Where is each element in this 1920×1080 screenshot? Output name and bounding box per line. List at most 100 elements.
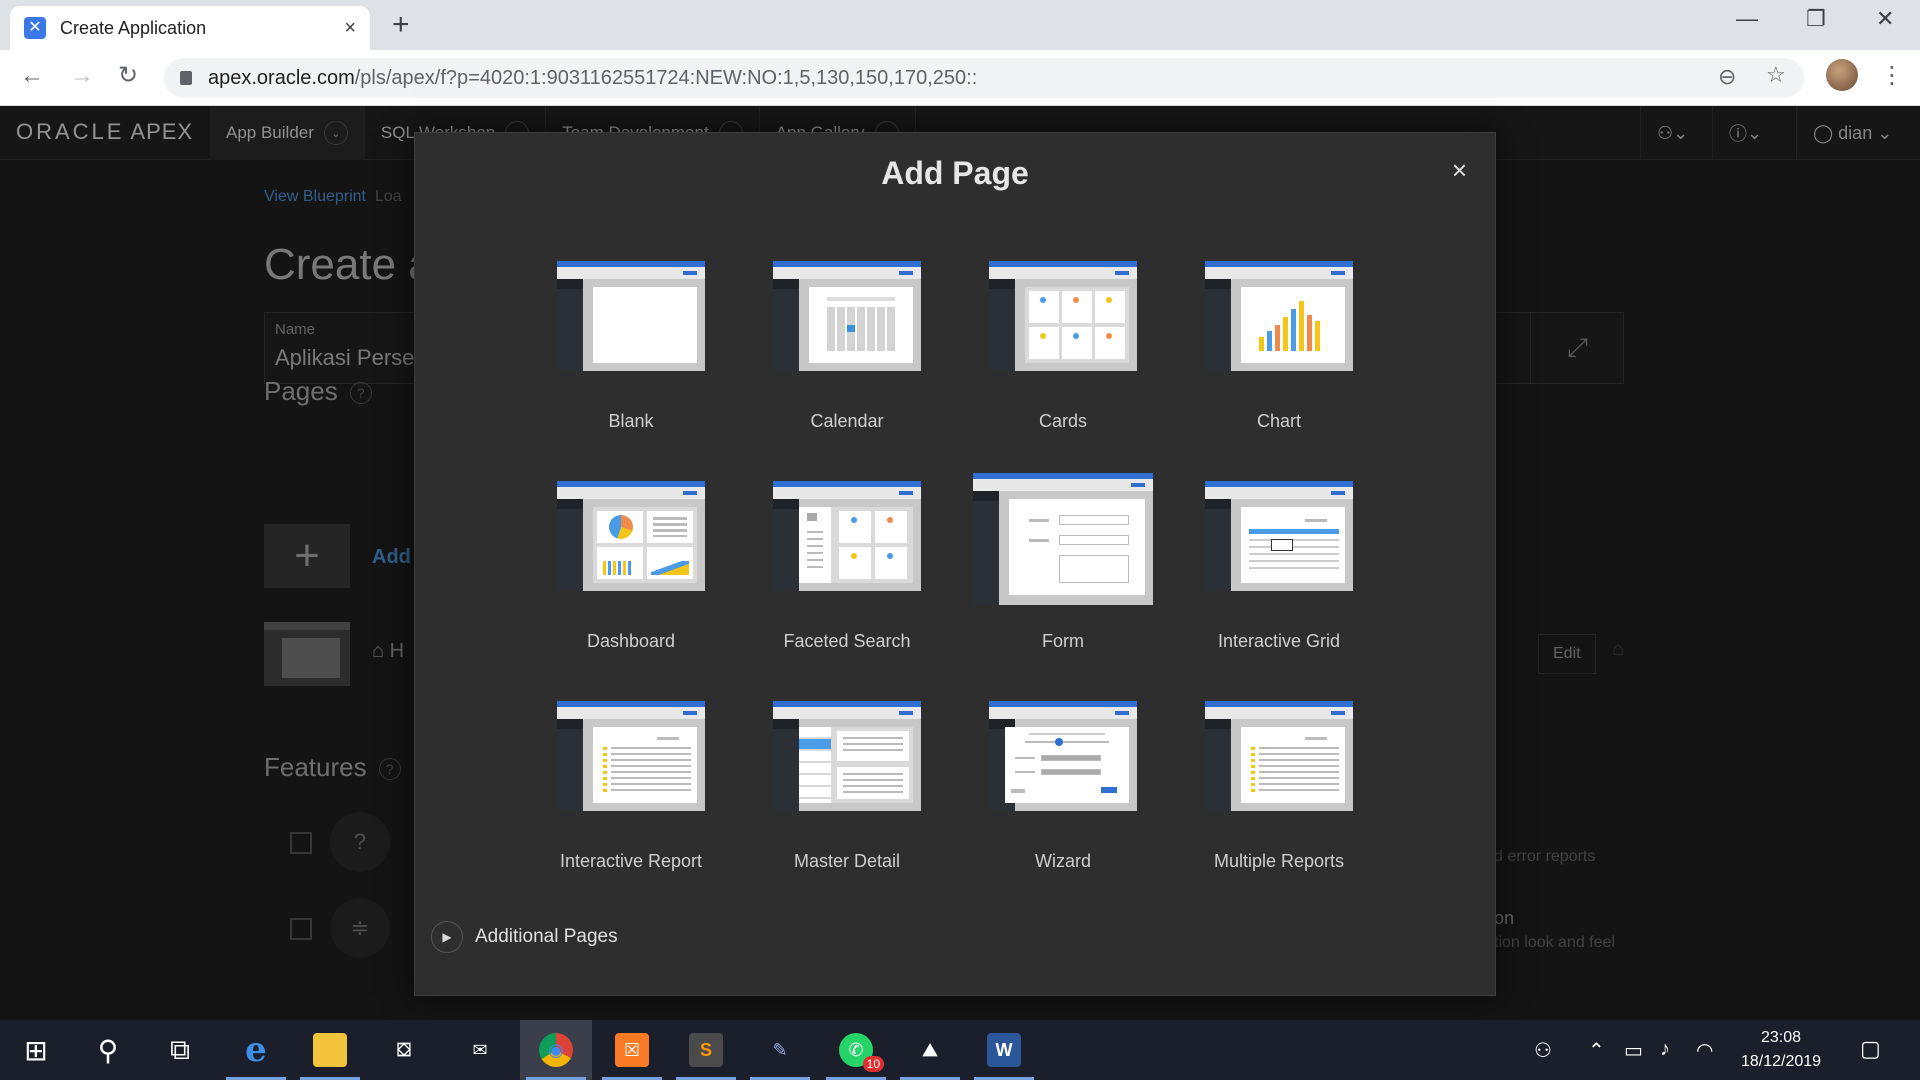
store-app[interactable]: ⛋ — [368, 1020, 440, 1080]
page-type-label: Wizard — [1034, 851, 1091, 871]
page-type-form[interactable]: Form — [953, 473, 1173, 661]
page-type-label: Interactive Grid — [1217, 631, 1341, 651]
page-type-label: Calendar — [810, 411, 884, 431]
xampp-app[interactable]: ☒ — [596, 1020, 668, 1080]
chart-page-icon — [1205, 261, 1353, 371]
page-type-label: Cards — [1038, 411, 1087, 431]
dialog-title: Add Page — [881, 155, 1029, 191]
additional-pages-label: Additional Pages — [475, 926, 618, 947]
page-type-multiple-reports[interactable]: Multiple Reports — [1179, 701, 1379, 881]
zoom-icon[interactable]: ⊖ — [1718, 64, 1736, 90]
page-type-interactive-grid[interactable]: Interactive Grid — [1179, 481, 1379, 661]
windows-icon: ⊞ — [24, 1034, 48, 1066]
page-type-label: Multiple Reports — [1213, 851, 1345, 871]
page-type-label: Blank — [608, 411, 654, 431]
sublime-icon: S — [689, 1033, 723, 1067]
sublime-app[interactable]: S — [670, 1020, 742, 1080]
store-icon: ⛋ — [397, 1039, 411, 1060]
clock-time: 23:08 — [1760, 1029, 1802, 1046]
page-type-label: Faceted Search — [783, 631, 911, 651]
paint-app[interactable]: ✎ — [744, 1020, 816, 1080]
mail-icon: ✉ — [472, 1039, 488, 1060]
battery-icon[interactable]: ▭ — [1624, 1038, 1643, 1063]
dashboard-page-icon — [557, 481, 705, 591]
interactive-report-page-icon — [557, 701, 705, 811]
page-type-label: Dashboard — [586, 631, 676, 651]
address-bar[interactable]: apex.oracle.com/pls/apex/f?p=4020:1:9031… — [164, 58, 1804, 98]
image-icon: ⛰ — [922, 1039, 938, 1060]
calendar-page-icon — [773, 261, 921, 371]
close-icon[interactable]: × — [1452, 155, 1467, 186]
expand-play-icon[interactable]: ▶ — [431, 921, 463, 953]
file-explorer-app[interactable]: ▬ — [294, 1020, 366, 1080]
forward-icon[interactable]: → — [70, 64, 94, 88]
page-type-label: Interactive Report — [559, 851, 703, 871]
url-path: /pls/apex/f?p=4020:1:9031162551724:NEW:N… — [354, 66, 978, 89]
back-icon[interactable]: ← — [20, 64, 44, 88]
system-clock[interactable]: 23:08 18/12/2019 — [1736, 1026, 1826, 1074]
volume-icon[interactable]: ♪ — [1660, 1038, 1670, 1061]
browser-tab[interactable]: ✕ Create Application × — [10, 6, 370, 50]
page-type-wizard[interactable]: Wizard — [963, 701, 1163, 881]
browser-tab-strip: ✕ Create Application × + — ❐ ✕ — [0, 0, 1920, 50]
whatsapp-app[interactable]: ✆ 10 — [820, 1020, 892, 1080]
page-type-cards[interactable]: Cards — [963, 261, 1163, 441]
chrome-icon: ◉ — [539, 1033, 573, 1067]
apex-favicon-icon: ✕ — [24, 17, 46, 39]
page-type-interactive-report[interactable]: Interactive Report — [531, 701, 731, 881]
form-page-icon — [973, 473, 1153, 605]
new-tab-button[interactable]: + — [392, 10, 410, 40]
restore-icon[interactable]: ❐ — [1806, 6, 1826, 32]
page-type-label: Master Detail — [793, 851, 901, 871]
clock-date: 18/12/2019 — [1740, 1053, 1822, 1070]
search-button[interactable]: ⚲ — [72, 1020, 144, 1080]
interactive-grid-page-icon — [1205, 481, 1353, 591]
page-type-calendar[interactable]: Calendar — [747, 261, 947, 441]
page-type-master-detail[interactable]: Master Detail — [747, 701, 947, 881]
bookmark-star-icon[interactable]: ☆ — [1766, 62, 1786, 88]
profile-avatar[interactable] — [1826, 59, 1858, 91]
faceted-search-page-icon — [773, 481, 921, 591]
window-close-icon[interactable]: ✕ — [1876, 6, 1894, 32]
folder-icon: ▬ — [313, 1033, 347, 1067]
lock-icon — [180, 71, 192, 85]
additional-pages-toggle[interactable]: ▶ Additional Pages — [431, 921, 618, 953]
page-type-chart[interactable]: Chart — [1179, 261, 1379, 441]
start-button[interactable]: ⊞ — [0, 1020, 72, 1080]
chrome-app[interactable]: ◉ — [520, 1020, 592, 1080]
photos-app[interactable]: ⛰ — [894, 1020, 966, 1080]
master-detail-page-icon — [773, 701, 921, 811]
url-host: apex.oracle.com — [208, 66, 355, 89]
page-type-faceted-search[interactable]: Faceted Search — [747, 481, 947, 661]
wizard-page-icon — [989, 701, 1137, 811]
edge-icon: e — [245, 1030, 267, 1070]
wifi-icon[interactable]: ◠ — [1696, 1038, 1713, 1063]
search-icon: ⚲ — [97, 1034, 119, 1066]
page-type-dashboard[interactable]: Dashboard — [531, 481, 731, 661]
add-page-dialog: Add Page × Blank Calendar Cards Chart Da… — [414, 132, 1496, 996]
people-icon[interactable]: ⚇ — [1534, 1038, 1552, 1063]
task-view-icon: ⧉ — [170, 1033, 190, 1065]
blank-page-icon — [557, 261, 705, 371]
chrome-menu-icon[interactable]: ⋮ — [1880, 61, 1904, 90]
windows-taskbar: ⊞ ⚲ ⧉ e ▬ ⛋ ✉ ◉ ☒ S ✎ ✆ 10 ⛰ W ⚇ ⌃ ▭ ♪ ◠ … — [0, 1020, 1920, 1080]
chevron-up-icon[interactable]: ⌃ — [1588, 1038, 1605, 1063]
page-type-blank[interactable]: Blank — [531, 261, 731, 441]
page-type-label: Form — [1042, 631, 1084, 651]
notifications-icon[interactable]: ▢ — [1860, 1036, 1881, 1062]
page-type-label: Chart — [1256, 411, 1301, 431]
word-icon: W — [987, 1033, 1021, 1067]
browser-toolbar: ← → ↻ apex.oracle.com/pls/apex/f?p=4020:… — [0, 50, 1920, 106]
edge-app[interactable]: e — [220, 1020, 292, 1080]
minimize-icon[interactable]: — — [1736, 6, 1758, 32]
paint-palette-icon: ✎ — [772, 1039, 788, 1060]
multiple-reports-page-icon — [1205, 701, 1353, 811]
reload-icon[interactable]: ↻ — [118, 64, 138, 88]
task-view-button[interactable]: ⧉ — [144, 1020, 216, 1080]
tab-title: Create Application — [60, 17, 207, 38]
word-app[interactable]: W — [968, 1020, 1040, 1080]
url-text: apex.oracle.com/pls/apex/f?p=4020:1:9031… — [208, 67, 977, 90]
tab-close-icon[interactable]: × — [344, 17, 356, 40]
mail-app[interactable]: ✉ — [444, 1020, 516, 1080]
xampp-icon: ☒ — [615, 1033, 649, 1067]
